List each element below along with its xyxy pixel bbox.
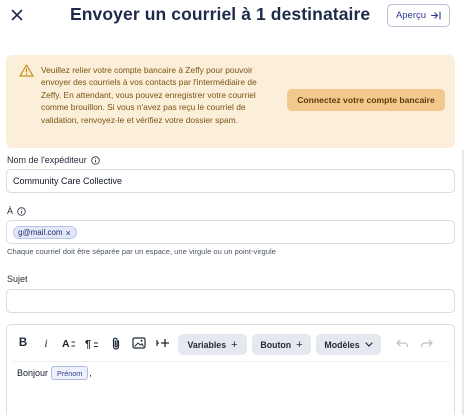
sender-label-row: Nom de l'expéditeur xyxy=(7,155,100,165)
italic-icon[interactable]: i xyxy=(38,336,54,350)
preview-label: Aperçu xyxy=(395,10,427,21)
models-label: Modèles xyxy=(324,339,360,350)
greeting-text: Bonjour xyxy=(17,368,49,378)
recipient-label-row: À xyxy=(7,206,26,216)
plus-icon: + xyxy=(296,338,303,351)
variables-label: Variables xyxy=(187,339,227,350)
page-title: Envoyer un courriel à 1 destinataire xyxy=(70,4,371,24)
info-icon[interactable] xyxy=(91,155,100,165)
email-editor[interactable]: B i A ¶ Variables + Bouton + Modèles Bon… xyxy=(6,324,455,415)
arrow-right-to-line-icon xyxy=(431,11,441,20)
recipient-chip: g@mail.com × xyxy=(13,226,77,239)
alert-message: Veuillez relier votre compte bancaire à … xyxy=(41,65,257,125)
editor-toolbar: B i A ¶ Variables + Bouton + Modèles xyxy=(7,325,454,361)
remove-chip-icon[interactable]: × xyxy=(66,228,71,238)
templates-button[interactable]: Modèles xyxy=(316,334,381,355)
connect-bank-button[interactable]: Connectez votre compte bancaire xyxy=(287,89,445,111)
bouton-label: Bouton xyxy=(260,339,292,350)
insert-plus-icon[interactable] xyxy=(155,336,171,350)
undo-icon[interactable] xyxy=(394,336,410,350)
chevron-down-icon xyxy=(364,342,373,347)
sender-name-value: Community Care Collective xyxy=(13,176,123,186)
subject-field[interactable] xyxy=(6,289,455,313)
redo-icon[interactable] xyxy=(418,336,434,350)
sender-name-field[interactable]: Community Care Collective xyxy=(6,169,455,193)
recipient-field[interactable]: g@mail.com × xyxy=(6,220,455,244)
subject-label: Sujet xyxy=(7,274,28,284)
recipient-helper-text: Chaque courriel doit être séparée par un… xyxy=(7,247,276,256)
close-button[interactable] xyxy=(6,4,28,26)
bank-account-alert: Veuillez relier votre compte bancaire à … xyxy=(6,55,455,148)
modal-header: Envoyer un courriel à 1 destinataire Ape… xyxy=(0,0,466,34)
bold-icon[interactable]: B xyxy=(15,336,31,350)
text-size-icon[interactable]: A xyxy=(61,336,77,350)
variables-button[interactable]: Variables + xyxy=(178,334,247,355)
info-icon[interactable] xyxy=(17,206,26,216)
editor-content[interactable]: Bonjour Prénom , xyxy=(17,366,92,380)
firstname-variable-tag[interactable]: Prénom xyxy=(51,366,89,380)
subject-label-row: Sujet xyxy=(7,274,28,284)
plus-icon: + xyxy=(231,338,238,351)
close-icon xyxy=(11,9,23,21)
button-insert-button[interactable]: Bouton + xyxy=(252,334,311,355)
trailing-comma: , xyxy=(89,368,92,378)
warning-triangle-icon xyxy=(19,64,34,77)
svg-text:A: A xyxy=(62,338,70,349)
toolbar-divider xyxy=(13,361,450,362)
paragraph-icon[interactable]: ¶ xyxy=(84,336,100,350)
recipient-label: À xyxy=(7,206,14,216)
image-icon[interactable] xyxy=(131,336,147,350)
preview-button[interactable]: Aperçu xyxy=(387,4,450,27)
attachment-icon[interactable] xyxy=(108,336,124,350)
recipient-chip-label: g@mail.com xyxy=(18,228,63,237)
sender-label: Nom de l'expéditeur xyxy=(7,155,87,165)
scrollbar-track[interactable] xyxy=(462,150,464,415)
svg-text:¶: ¶ xyxy=(85,339,91,350)
